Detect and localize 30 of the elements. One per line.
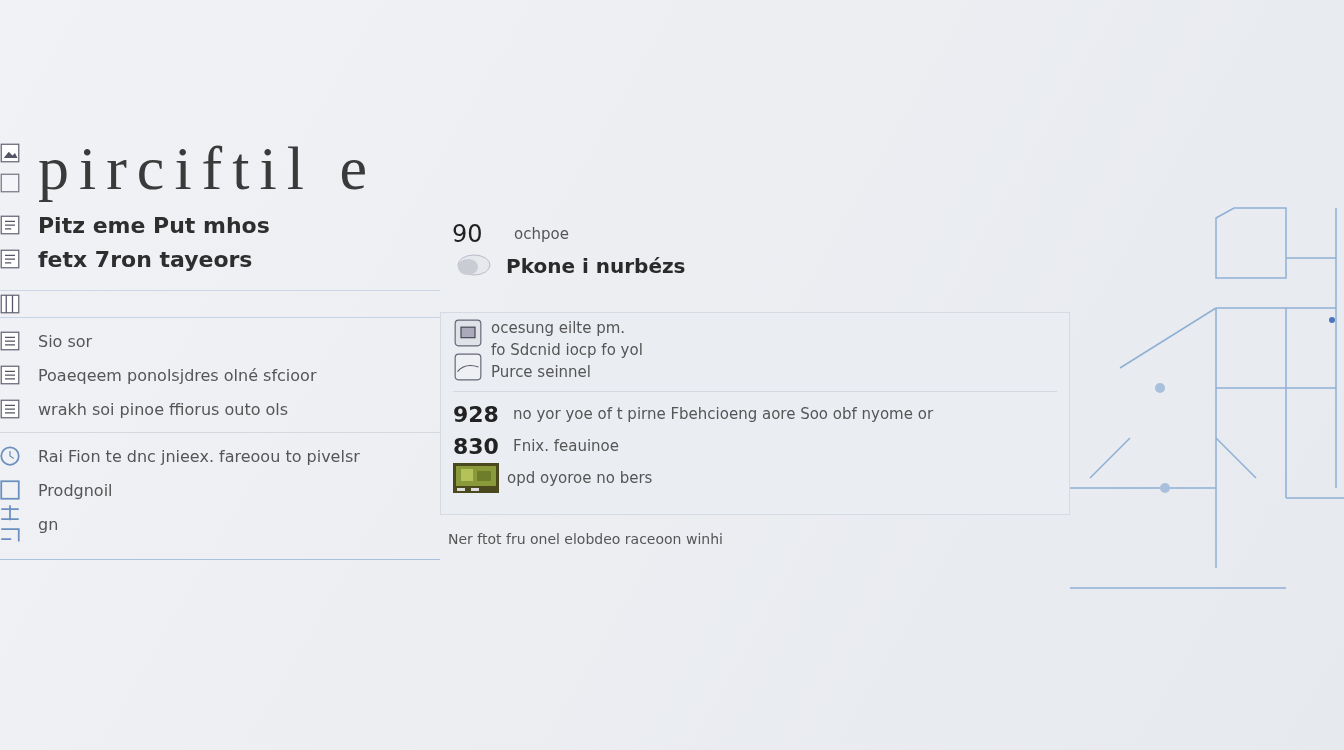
- document-icon: [0, 365, 20, 385]
- list-item[interactable]: wrakh soi pinoe ffiorus outo ols: [38, 399, 289, 419]
- document-icon: [0, 399, 20, 419]
- list-item[interactable]: Poaeqeem ponolsjdres olné sfcioor: [38, 365, 317, 385]
- count-number: 90: [452, 220, 484, 248]
- page-title: pirciftil e: [38, 132, 377, 204]
- entry-number: 928: [453, 401, 500, 427]
- row-text: ocesung eilte pm.: [491, 319, 627, 337]
- entry-text: opd oyoroe no bers: [507, 469, 653, 487]
- entry-text: Fnix. feauinoe: [513, 437, 619, 455]
- entry-text: no yor yoe of t pirne Fbehcioeng aore Soo obf nyome or: [513, 405, 934, 423]
- header-text: fetx 7ron tayeors: [38, 246, 253, 272]
- square-icon: [0, 173, 20, 193]
- list-item[interactable]: Prodgnoil: [38, 480, 113, 500]
- row-text: fo Sdcnid iocp fo yol: [491, 341, 643, 359]
- footer-text: Ner ftot fru onel elobdeo raceoon winhi: [447, 531, 724, 547]
- header-text: Pitz eme Put mhos: [38, 212, 270, 238]
- section-heading: Pkone i nurbézs: [506, 254, 686, 278]
- entry-number: 830: [453, 433, 500, 459]
- square-icon: [0, 480, 20, 500]
- clock-icon: [0, 446, 20, 466]
- list-item[interactable]: Rai Fion te dnc jnieex. fareoou to pivelsr: [38, 446, 360, 466]
- document-icon: [0, 331, 20, 351]
- image-icon: [0, 143, 20, 163]
- list-item[interactable]: gn: [38, 514, 59, 534]
- document-icon: [0, 215, 20, 235]
- row-text: Purce seinnel: [491, 363, 592, 381]
- count-label: ochpoe: [514, 225, 569, 243]
- document-icon: [0, 249, 20, 269]
- list-item[interactable]: Sio sor: [38, 331, 93, 351]
